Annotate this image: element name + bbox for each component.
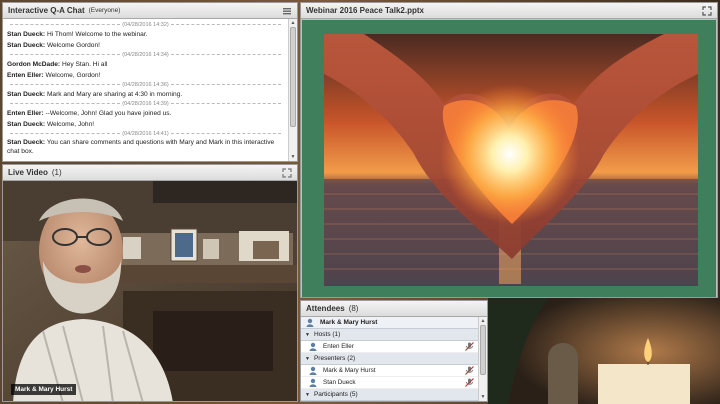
chat-sender: Enten Eller: xyxy=(7,72,44,79)
chat-message: Enten Eller: --Welcome, John! Glad you h… xyxy=(7,108,284,119)
expand-triangle-icon[interactable]: ▼ xyxy=(305,392,310,398)
microphone-icon xyxy=(465,366,474,375)
user-icon xyxy=(306,318,314,327)
pod-menu-icon[interactable] xyxy=(282,6,292,16)
chat-message: Gordon McDade: Hey Stan. Hi all xyxy=(7,59,284,70)
attendee-row[interactable]: Stan Dueck xyxy=(301,377,478,389)
share-pod-header: Webinar 2016 Peace Talk2.pptx xyxy=(301,3,717,19)
chat-sender: Stan Dueck: xyxy=(7,91,46,98)
attendee-group-header[interactable]: ▼ Participants (5) xyxy=(301,389,478,401)
attendee-group-header[interactable]: ▼ Hosts (1) xyxy=(301,329,478,341)
chat-sender: Enten Eller: xyxy=(7,110,44,117)
user-icon xyxy=(309,342,317,351)
chat-text: Mark and Mary are sharing at 4:30 in mor… xyxy=(45,91,183,98)
attendee-name: Mark & Mary Hurst xyxy=(323,367,376,374)
scroll-down-icon[interactable]: ▼ xyxy=(289,153,297,161)
chat-timestamp: (04/28/2016 14:32) xyxy=(7,21,284,29)
attendees-pod: Attendees (8) Mark & Mary Hurst ▼ Hosts (… xyxy=(300,300,488,402)
attendees-scrollbar[interactable]: ▲ ▼ xyxy=(478,317,487,401)
chat-text: Welcome, John! xyxy=(45,121,95,128)
heart-hands-image xyxy=(324,34,698,286)
share-title: Webinar 2016 Peace Talk2.pptx xyxy=(306,6,424,15)
chat-timestamp: (04/28/2016 14:36) xyxy=(7,81,284,89)
fullscreen-icon[interactable] xyxy=(282,167,292,178)
attendees-list: Mark & Mary Hurst ▼ Hosts (1) Enten Eller ▼… xyxy=(301,317,478,401)
video-feed: Mark & Mary Hurst xyxy=(3,181,297,401)
scroll-thumb[interactable] xyxy=(290,27,296,127)
attendee-groups: ▼ Hosts (1) Enten Eller ▼ Presenters (2) Mark… xyxy=(301,329,478,401)
video-pod-header: Live Video (1) xyxy=(3,165,297,181)
chat-message: Stan Dueck: Hi Thom! Welcome to the webi… xyxy=(7,29,284,40)
chat-text: --Welcome, John! Glad you have joined us… xyxy=(43,110,172,117)
chat-timestamp: (04/28/2016 14:34) xyxy=(7,51,284,59)
chat-message: Enten Eller: Welcome, Gordon! xyxy=(7,70,284,81)
expand-triangle-icon[interactable]: ▼ xyxy=(305,332,310,338)
chat-text: Hey Stan. Hi all xyxy=(60,61,108,68)
attendee-group-label: Presenters (2) xyxy=(313,355,356,362)
microphone-icon xyxy=(465,378,474,387)
attendees-pod-header: Attendees (8) xyxy=(301,301,487,317)
current-user-name: Mark & Mary Hurst xyxy=(320,319,378,326)
attendee-group-header[interactable]: ▼ Presenters (2) xyxy=(301,353,478,365)
chat-message-list: (04/28/2016 14:32) Stan Dueck: Hi Thom! W… xyxy=(3,19,288,161)
slide-image xyxy=(324,34,698,286)
chat-message: Stan Dueck: Welcome, John! xyxy=(7,119,284,130)
chat-sender: Stan Dueck: xyxy=(7,31,46,38)
chat-scrollbar[interactable]: ▲ ▼ xyxy=(288,19,297,161)
user-icon xyxy=(309,378,317,387)
attendees-title: Attendees xyxy=(306,304,345,313)
attendee-row[interactable]: Enten Eller xyxy=(301,341,478,353)
user-icon xyxy=(309,366,317,375)
current-user-row[interactable]: Mark & Mary Hurst xyxy=(301,317,478,329)
chat-sender: Gordon McDade: xyxy=(7,61,61,68)
chat-sender: Stan Dueck: xyxy=(7,42,46,49)
attendee-group-label: Hosts (1) xyxy=(313,331,341,338)
chat-sender: Stan Dueck: xyxy=(7,139,46,146)
video-nametag: Mark & Mary Hurst xyxy=(11,384,77,395)
microphone-icon xyxy=(465,342,474,351)
chat-audience[interactable]: (Everyone) xyxy=(89,7,121,14)
slide-frame xyxy=(302,20,716,297)
candle-image xyxy=(488,298,720,404)
scroll-up-icon[interactable]: ▲ xyxy=(289,19,297,27)
chat-timestamp: (04/28/2016 14:39) xyxy=(7,100,284,108)
video-title: Live Video xyxy=(8,168,48,177)
scroll-up-icon[interactable]: ▲ xyxy=(479,317,487,325)
share-pod: Webinar 2016 Peace Talk2.pptx xyxy=(300,2,718,298)
chat-text: Welcome, Gordon! xyxy=(43,72,101,79)
attendee-name: Enten Eller xyxy=(323,343,354,350)
live-video-pod: Live Video (1) Mark & Mary Hurst xyxy=(2,164,298,402)
attendee-row[interactable]: Mark & Mary Hurst xyxy=(301,365,478,377)
chat-pod-header: Interactive Q-A Chat (Everyone) xyxy=(3,3,297,19)
fullscreen-icon[interactable] xyxy=(702,5,712,16)
chat-text: You can share comments and questions wit… xyxy=(7,139,275,155)
chat-message: Stan Dueck: Welcome Gordon! xyxy=(7,40,284,51)
background-scene xyxy=(488,298,720,404)
video-count: (1) xyxy=(51,168,62,177)
chat-timestamp: (04/28/2016 14:41) xyxy=(7,130,284,138)
scroll-down-icon[interactable]: ▼ xyxy=(479,393,487,401)
chat-title: Interactive Q-A Chat xyxy=(8,6,85,15)
chat-message: Stan Dueck: Mark and Mary are sharing at… xyxy=(7,89,284,100)
attendee-group-label: Participants (5) xyxy=(313,391,358,398)
chat-sender: Stan Dueck: xyxy=(7,121,46,128)
chat-message: Stan Dueck: You can share comments and q… xyxy=(7,138,284,156)
video-frame-image xyxy=(3,181,297,401)
chat-pod: Interactive Q-A Chat (Everyone) (04/28/2… xyxy=(2,2,298,162)
scroll-thumb[interactable] xyxy=(480,325,486,375)
attendees-count: (8) xyxy=(348,304,359,313)
chat-text: Welcome Gordon! xyxy=(45,42,100,49)
expand-triangle-icon[interactable]: ▼ xyxy=(305,356,310,362)
attendee-name: Stan Dueck xyxy=(323,379,356,386)
chat-text: Hi Thom! Welcome to the webinar. xyxy=(45,31,148,38)
